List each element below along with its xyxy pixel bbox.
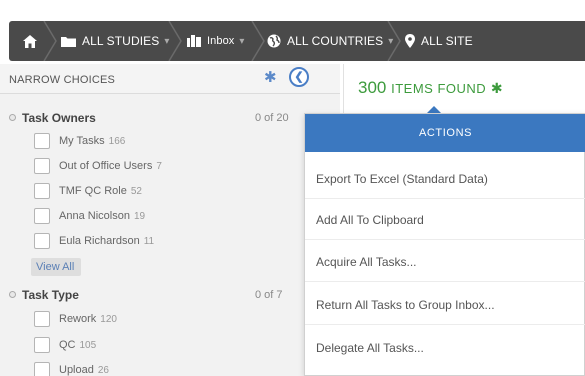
breadcrumb-all-sites[interactable]: ALL SITE (405, 21, 473, 61)
chevron-down-icon: ▾ (239, 35, 245, 47)
filter-option-label: My Tasks (59, 135, 105, 147)
filter-option-count: 52 (130, 185, 142, 197)
task-owners-title: Task Owners (22, 111, 96, 125)
actions-menu: ACTIONS Export To Excel (Standard Data) … (304, 113, 585, 376)
filter-option-count: 26 (97, 364, 109, 376)
filter-option-upload[interactable]: Upload 26 (34, 361, 109, 376)
home-icon (23, 34, 37, 48)
breadcrumb-home[interactable] (23, 21, 37, 61)
task-type-heading[interactable]: Task Type (9, 288, 79, 302)
folder-icon (61, 36, 76, 47)
filter-option-rework[interactable]: Rework 120 (34, 310, 117, 328)
breadcrumb-all-countries[interactable]: ALL COUNTRIES ▾ (267, 21, 393, 61)
filter-option-anna-nicolson[interactable]: Anna Nicolson 19 (34, 207, 145, 225)
filter-option-label: Upload (59, 364, 94, 376)
filter-option-count: 19 (133, 210, 146, 222)
filter-option-tmf-qc-role[interactable]: TMF QC Role 52 (34, 182, 142, 200)
collapse-dot-icon (9, 114, 16, 121)
breadcrumb-separator (168, 21, 182, 61)
filter-option-out-of-office-users[interactable]: Out of Office Users 7 (34, 157, 162, 175)
breadcrumb-all-studies[interactable]: ALL STUDIES ▾ (61, 21, 169, 61)
gear-icon[interactable]: ✱ (264, 70, 280, 86)
breadcrumb-all-studies-label: ALL STUDIES (82, 34, 160, 48)
menu-item-delegate-all-tasks[interactable]: Delegate All Tasks... (305, 328, 585, 368)
filter-option-count: 120 (100, 313, 117, 325)
items-found-label: Items Found (391, 81, 487, 96)
filter-option-label: TMF QC Role (59, 185, 127, 197)
menu-item-export-to-excel[interactable]: Export To Excel (Standard Data) (305, 159, 585, 199)
view-all-link[interactable]: View All (31, 258, 81, 276)
breadcrumb: ALL STUDIES ▾ Inbox ▾ ALL COUNTRIES ▾ AL… (9, 21, 585, 61)
menu-item-return-all-tasks[interactable]: Return All Tasks to Group Inbox... (305, 285, 585, 325)
filter-option-label: Anna Nicolson (59, 210, 130, 222)
globe-icon (267, 34, 281, 48)
filter-option-my-tasks[interactable]: My Tasks 166 (34, 132, 125, 150)
breadcrumb-separator (43, 21, 57, 61)
task-type-title: Task Type (22, 288, 79, 302)
breadcrumb-inbox-label: Inbox (207, 35, 235, 47)
breadcrumb-separator (387, 21, 401, 61)
filter-option-count: 11 (143, 235, 155, 247)
breadcrumb-separator (251, 21, 265, 61)
filter-option-label: Rework (59, 313, 97, 325)
task-owners-heading[interactable]: Task Owners (9, 111, 96, 125)
items-found-count: 300 (358, 78, 387, 97)
filter-option-count: 166 (108, 135, 126, 147)
breadcrumb-inbox[interactable]: Inbox ▾ (187, 21, 245, 61)
menu-item-add-all-to-clipboard[interactable]: Add All To Clipboard (305, 200, 585, 240)
filter-option-label: Out of Office Users (59, 160, 153, 172)
narrow-choices-title: NARROW CHOICES (9, 74, 116, 86)
checkbox[interactable] (34, 133, 50, 149)
gear-icon[interactable]: ✱ (491, 80, 503, 96)
task-owners-count: 0 of 20 (255, 112, 289, 124)
breadcrumb-all-countries-label: ALL COUNTRIES (287, 34, 384, 48)
filter-option-label: Eula Richardson (59, 235, 140, 247)
checkbox[interactable] (34, 233, 50, 249)
checkbox[interactable] (34, 337, 50, 353)
filter-option-label: QC (59, 339, 76, 351)
checkbox[interactable] (34, 362, 50, 376)
collapse-dot-icon (9, 291, 16, 298)
task-type-count: 0 of 7 (255, 289, 283, 301)
filter-option-eula-richardson[interactable]: Eula Richardson 11 (34, 232, 154, 250)
actions-menu-header: ACTIONS (305, 114, 585, 152)
items-found-heading: 300 Items Found ✱ (358, 78, 503, 98)
filter-option-count: 7 (156, 160, 162, 172)
checkbox[interactable] (34, 311, 50, 327)
narrow-choices-panel: NARROW CHOICES ✱ ❮ Task Owners 0 of 20 M… (0, 64, 340, 376)
checkbox[interactable] (34, 208, 50, 224)
filter-option-count: 105 (79, 339, 97, 351)
narrow-choices-header: NARROW CHOICES ✱ ❮ (0, 64, 340, 94)
menu-item-acquire-all-tasks[interactable]: Acquire All Tasks... (305, 242, 585, 282)
inbox-icon (187, 35, 201, 47)
breadcrumb-all-sites-label: ALL SITE (421, 34, 473, 48)
map-pin-icon (405, 34, 415, 48)
checkbox[interactable] (34, 183, 50, 199)
filter-option-qc[interactable]: QC 105 (34, 336, 96, 354)
collapse-panel-button[interactable]: ❮ (289, 67, 309, 87)
checkbox[interactable] (34, 158, 50, 174)
